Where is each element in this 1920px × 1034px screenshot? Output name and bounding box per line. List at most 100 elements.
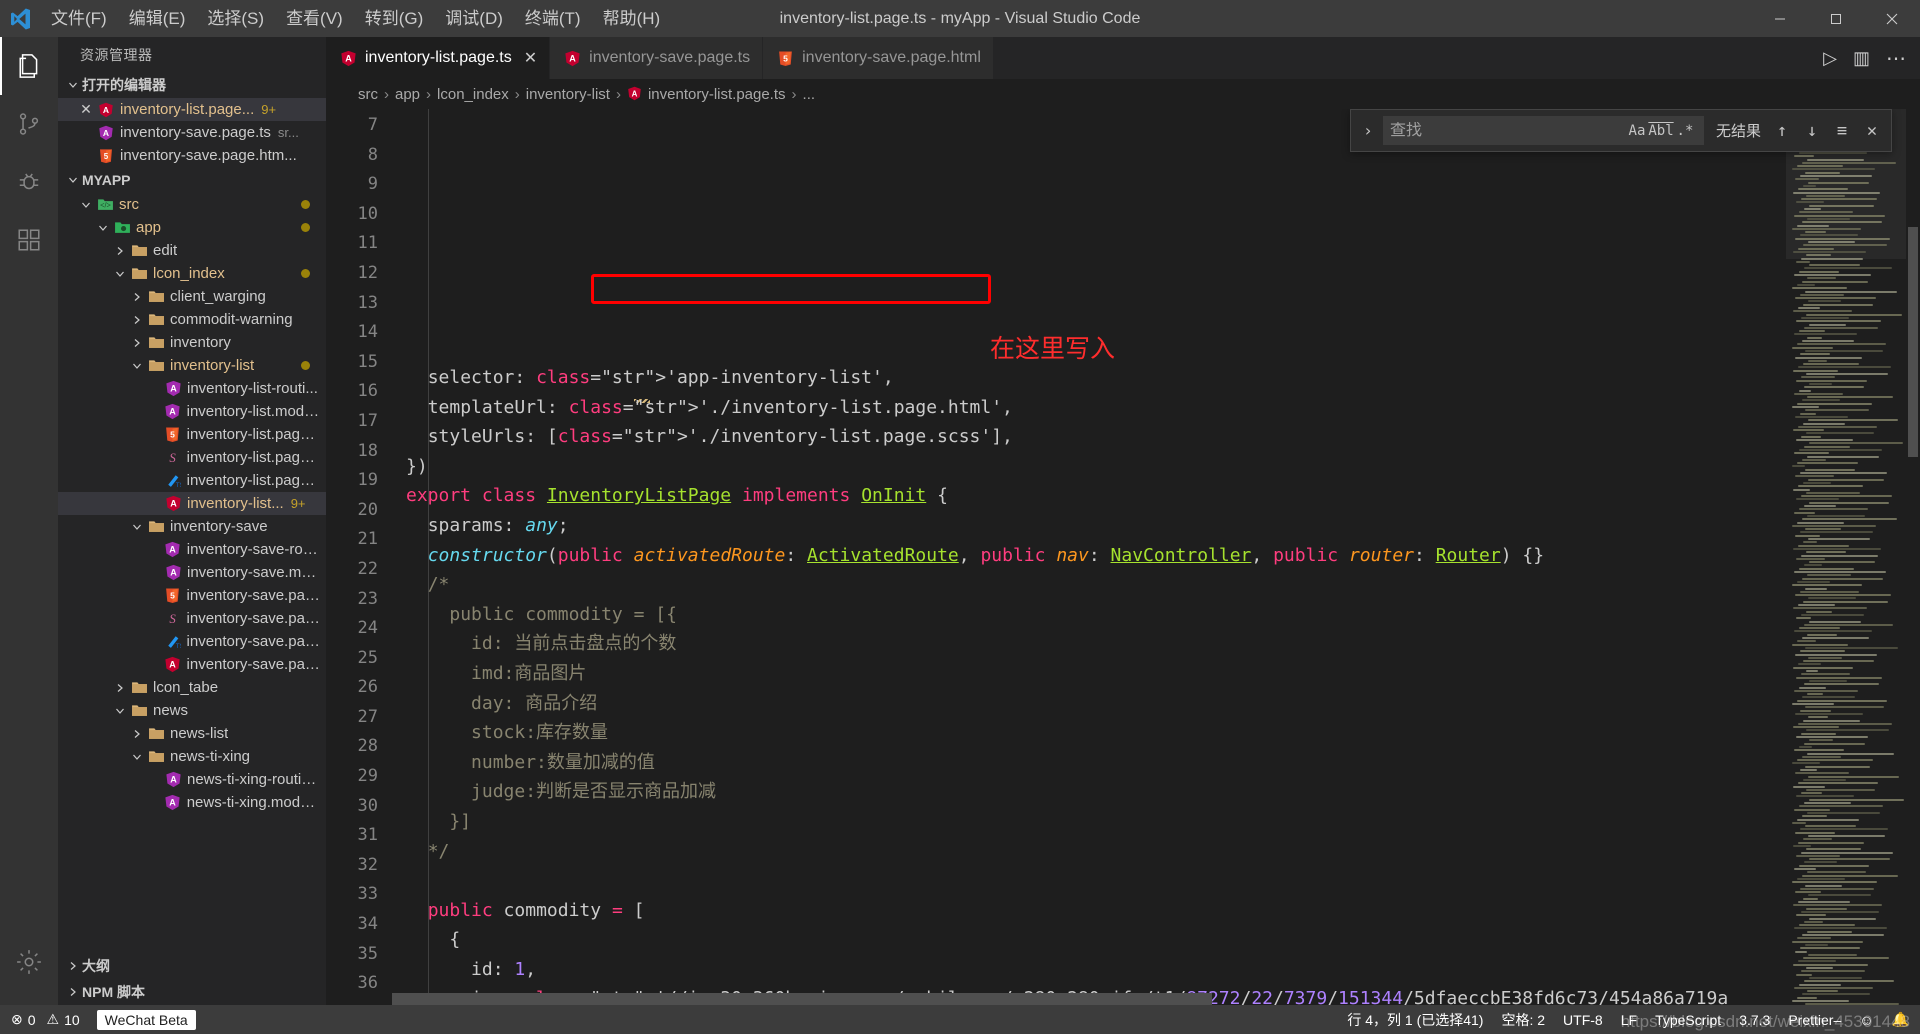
tree-folder-client_warging[interactable]: client_warging bbox=[58, 285, 326, 308]
code-line[interactable]: export class InventoryListPage implement… bbox=[392, 481, 1786, 511]
menu-view[interactable]: 查看(V) bbox=[275, 0, 354, 37]
tree-file-inventory-savepag[interactable]: TS inventory-save.pag... bbox=[58, 630, 326, 653]
explorer-icon[interactable] bbox=[0, 37, 58, 95]
menu-file[interactable]: 文件(F) bbox=[40, 0, 118, 37]
tab-inventory-list-page-ts[interactable]: A inventory-list.page.ts ✕ bbox=[326, 37, 551, 79]
code-line[interactable]: templateUrl: class="str">'./inventory-li… bbox=[392, 393, 1786, 423]
code-line[interactable]: stock:库存数量 bbox=[392, 718, 1786, 748]
code-line[interactable]: public commodity = [ bbox=[392, 896, 1786, 926]
code-line[interactable]: /* bbox=[392, 570, 1786, 600]
source-control-icon[interactable] bbox=[0, 95, 58, 153]
whole-word-icon[interactable]: Abl bbox=[1648, 119, 1673, 143]
tree-file-inventory-listpage[interactable]: Sinventory-list.page.... bbox=[58, 446, 326, 469]
code-line[interactable]: number:数量加减的值 bbox=[392, 748, 1786, 778]
code-line[interactable]: public commodity = [{ bbox=[392, 600, 1786, 630]
code-line[interactable]: { bbox=[392, 925, 1786, 955]
find-next-icon[interactable]: ↓ bbox=[1799, 119, 1825, 143]
match-case-icon[interactable]: Aa bbox=[1625, 119, 1649, 143]
tree-file-inventory-save-rou[interactable]: Ainventory-save-rou... bbox=[58, 538, 326, 561]
code-line[interactable]: imd:商品图片 bbox=[392, 659, 1786, 689]
search-input[interactable] bbox=[1390, 121, 1625, 140]
find-previous-icon[interactable]: ↑ bbox=[1769, 119, 1795, 143]
minimap[interactable] bbox=[1786, 109, 1906, 1005]
debug-icon[interactable] bbox=[0, 153, 58, 211]
tab-close-icon[interactable]: ✕ bbox=[524, 48, 537, 68]
project-section-header[interactable]: MYAPP bbox=[58, 167, 326, 193]
encoding[interactable]: UTF-8 bbox=[1554, 1005, 1612, 1034]
settings-gear-icon[interactable] bbox=[0, 933, 58, 991]
close-button[interactable] bbox=[1864, 0, 1920, 37]
wechat-beta-badge[interactable]: WeChat Beta bbox=[96, 1009, 196, 1030]
npm-scripts-section[interactable]: NPM 脚本 bbox=[58, 979, 326, 1005]
more-actions-icon[interactable]: ⋯ bbox=[1886, 46, 1906, 71]
tab-inventory-save-page-html[interactable]: 5 inventory-save.page.html bbox=[763, 37, 994, 79]
tree-folder-inventory-list[interactable]: inventory-list bbox=[58, 354, 326, 377]
code-line[interactable]: day: 商品介绍 bbox=[392, 689, 1786, 719]
feedback-smiley-icon[interactable]: ☺ bbox=[1850, 1005, 1882, 1034]
editor-horizontal-scrollbar[interactable] bbox=[392, 993, 1786, 1005]
breadcrumb-item-symbol[interactable]: ... bbox=[803, 86, 816, 103]
maximize-button[interactable] bbox=[1808, 0, 1864, 37]
tree-folder-app[interactable]: app bbox=[58, 216, 326, 239]
tree-folder-edit[interactable]: edit bbox=[58, 239, 326, 262]
editor-vertical-scrollbar[interactable] bbox=[1906, 109, 1920, 1005]
tree-file-inventory-listmodu[interactable]: Ainventory-list.modu... bbox=[58, 400, 326, 423]
open-editor-item-inventory-save-html[interactable]: 5 inventory-save.page.htm... bbox=[58, 144, 326, 167]
tree-folder-news-list[interactable]: news-list bbox=[58, 722, 326, 745]
tree-file-inventory-savemo[interactable]: Ainventory-save.mo... bbox=[58, 561, 326, 584]
tree-folder-src[interactable]: </> src bbox=[58, 193, 326, 216]
extensions-icon[interactable] bbox=[0, 211, 58, 269]
breadcrumb-item-lcon-index[interactable]: lcon_index bbox=[437, 86, 509, 103]
scrollbar-thumb[interactable] bbox=[1908, 227, 1918, 457]
code-line[interactable] bbox=[392, 866, 1786, 896]
code-line[interactable]: styleUrls: [class="str">'./inventory-lis… bbox=[392, 422, 1786, 452]
regex-icon[interactable]: .* bbox=[1673, 119, 1697, 143]
breadcrumb-item-inventory-list[interactable]: inventory-list bbox=[526, 86, 610, 103]
tree-file-inventory-list-routi[interactable]: Ainventory-list-routi... bbox=[58, 377, 326, 400]
run-icon[interactable]: ▷ bbox=[1823, 48, 1837, 69]
code-editor[interactable]: 7 8 9 10 11 12 13 14 15 16 17 18 19 20 21 22 23 24 25 26 27 2… bbox=[326, 109, 1920, 1005]
menu-edit[interactable]: 编辑(E) bbox=[118, 0, 197, 37]
notifications-bell-icon[interactable]: 🔔 bbox=[1883, 1005, 1918, 1034]
tree-folder-commodit-warning[interactable]: commodit-warning bbox=[58, 308, 326, 331]
prettier-status[interactable]: Prettier– bbox=[1779, 1005, 1850, 1034]
menu-selection[interactable]: 选择(S) bbox=[196, 0, 275, 37]
menu-terminal[interactable]: 终端(T) bbox=[514, 0, 592, 37]
breadcrumb-item-file[interactable]: inventory-list.page.ts bbox=[648, 86, 786, 103]
tree-file-news-ti-xing-routin[interactable]: Anews-ti-xing-routin... bbox=[58, 768, 326, 791]
tree-folder-lcon_index[interactable]: lcon_index bbox=[58, 262, 326, 285]
tree-folder-lcon_tabe[interactable]: lcon_tabe bbox=[58, 676, 326, 699]
close-icon[interactable]: ✕ bbox=[76, 101, 96, 118]
tree-file-news-ti-xingmodul[interactable]: Anews-ti-xing.modul... bbox=[58, 791, 326, 814]
tree-folder-news[interactable]: news bbox=[58, 699, 326, 722]
code-content[interactable]: 在这里写入 selector: class="str">'app-invento… bbox=[392, 109, 1786, 1005]
code-line[interactable]: selector: class="str">'app-inventory-lis… bbox=[392, 363, 1786, 393]
open-editor-item-inventory-list[interactable]: ✕ A inventory-list.page... 9+ bbox=[58, 98, 326, 121]
language-mode[interactable]: TypeScript bbox=[1646, 1005, 1730, 1034]
menu-go[interactable]: 转到(G) bbox=[354, 0, 435, 37]
code-line[interactable]: judge:判断是否显示商品加减 bbox=[392, 777, 1786, 807]
menu-debug[interactable]: 调试(D) bbox=[434, 0, 514, 37]
eol[interactable]: LF bbox=[1612, 1005, 1646, 1034]
code-line[interactable]: id: 当前点击盘点的个数 bbox=[392, 629, 1786, 659]
tree-file-inventory-listpage[interactable]: 5 inventory-list.page.... bbox=[58, 423, 326, 446]
open-editors-section-header[interactable]: 打开的编辑器 bbox=[58, 72, 326, 98]
find-input-wrapper[interactable]: Aa Abl .* bbox=[1383, 116, 1704, 145]
code-line[interactable]: }] bbox=[392, 807, 1786, 837]
split-editor-icon[interactable]: ▥ bbox=[1853, 48, 1870, 69]
tree-file-inventory-savepag[interactable]: Ainventory-save.pag... bbox=[58, 653, 326, 676]
tree-file-inventory-list[interactable]: Ainventory-list... 9+ bbox=[58, 492, 326, 515]
find-widget[interactable]: › Aa Abl .* 无结果 ↑ ↓ ≡ ✕ bbox=[1350, 109, 1892, 152]
code-line[interactable]: sparams: any; bbox=[392, 511, 1786, 541]
ts-version[interactable]: 3.7.3 bbox=[1730, 1005, 1779, 1034]
open-editor-item-inventory-save-ts[interactable]: A inventory-save.page.ts sr... bbox=[58, 121, 326, 144]
problems-status[interactable]: ⊗ 0 ⚠ 10 bbox=[2, 1005, 89, 1034]
indentation[interactable]: 空格: 2 bbox=[1492, 1005, 1554, 1034]
tree-file-inventory-savepag[interactable]: 5 inventory-save.pag... bbox=[58, 584, 326, 607]
outline-section[interactable]: 大纲 bbox=[58, 953, 326, 979]
code-line[interactable]: id: 1, bbox=[392, 955, 1786, 985]
code-line[interactable]: constructor(public activatedRoute: Activ… bbox=[392, 541, 1786, 571]
breadcrumb-item-app[interactable]: app bbox=[395, 86, 420, 103]
find-in-selection-icon[interactable]: ≡ bbox=[1829, 119, 1855, 143]
code-line[interactable]: */ bbox=[392, 837, 1786, 867]
